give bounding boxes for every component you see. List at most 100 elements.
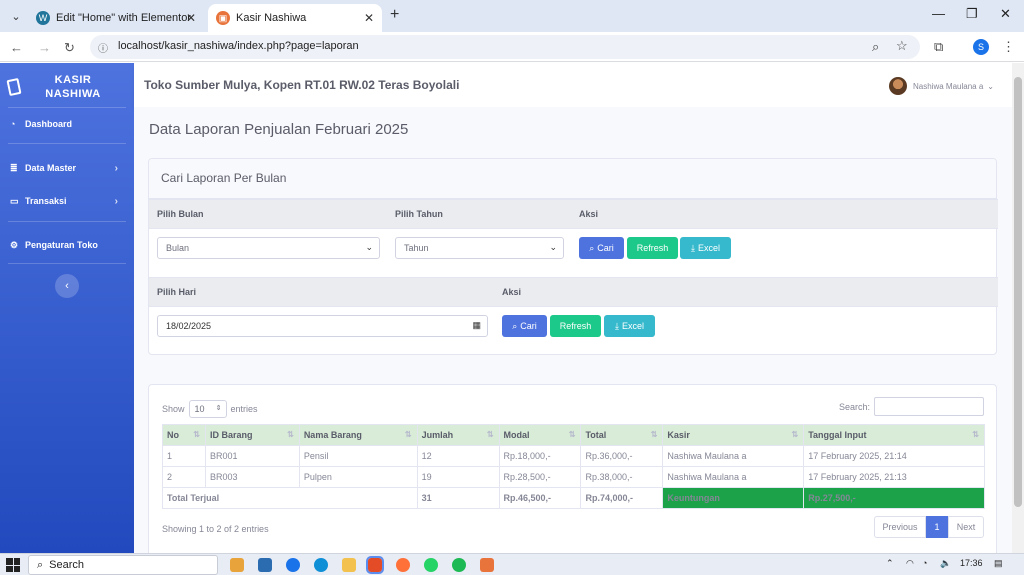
keuntungan-label: Keuntungan	[662, 487, 805, 509]
column-header[interactable]: Jumlah ⇅	[416, 424, 500, 446]
new-tab-icon[interactable]: +	[390, 6, 399, 24]
wifi-icon[interactable]: ◔	[922, 558, 927, 568]
taskbar-search[interactable]: ⌕ Search	[28, 555, 218, 575]
table-cell: Rp.28,500,-	[498, 466, 582, 488]
window-close-icon[interactable]: ✕	[1000, 6, 1011, 22]
table-row: 2 BR003 Pulpen 19 Rp.28,500,- Rp.38,000,…	[162, 466, 985, 488]
volume-icon[interactable]: 🔈	[940, 558, 951, 569]
store-name: Toko Sumber Mulya, Kopen RT.01 RW.02 Ter…	[144, 78, 460, 92]
excel-day-button[interactable]: ⤓ Excel	[604, 315, 655, 337]
sort-icon: ⇅	[972, 430, 979, 439]
table-cell: Nashiwa Maulana a	[662, 445, 805, 467]
sidebar-item-transaksi[interactable]: ▭ Transaksi ›	[10, 192, 128, 210]
column-header[interactable]: Tanggal Input ⇅	[803, 424, 985, 446]
whatsapp-icon[interactable]	[424, 558, 438, 572]
zoom-icon[interactable]: ⌕	[872, 39, 879, 55]
date-input-value: 18/02/2025	[166, 321, 212, 331]
url-bar[interactable]: ⓘ localhost/kasir_nashiwa/index.php?page…	[90, 35, 920, 59]
column-header[interactable]: Nama Barang ⇅	[298, 424, 418, 446]
next-page-button[interactable]: Next	[948, 516, 984, 538]
back-icon[interactable]: ←	[10, 40, 23, 55]
entries-length-select[interactable]: 10 ⇕	[188, 400, 227, 418]
sidebar-item-dashboard[interactable]: ◔ Dashboard	[10, 115, 128, 133]
sidebar-item-label: Dashboard	[25, 119, 73, 129]
sidebar-divider	[8, 107, 126, 108]
sidebar-item-data-master[interactable]: ≣ Data Master ›	[10, 159, 128, 177]
sort-icon: ⇅	[486, 430, 494, 439]
search-icon: ⌕	[37, 558, 44, 571]
chrome-icon[interactable]	[286, 558, 300, 572]
column-header[interactable]: Kasir ⇅	[662, 424, 805, 446]
file-explorer-icon[interactable]	[342, 558, 356, 572]
windows-start-icon[interactable]	[6, 558, 20, 572]
photos-icon[interactable]	[258, 558, 272, 572]
entries-length-value: 10	[194, 404, 205, 414]
chevron-up-icon[interactable]: ⌃	[886, 558, 894, 569]
sidebar-toggle-button[interactable]: ‹	[55, 274, 79, 298]
sidebar-item-label: Data Master	[25, 163, 77, 173]
sidebar-divider	[8, 221, 126, 222]
browser-tab-kasir[interactable]: ▣ Kasir Nashiwa ✕	[208, 4, 382, 32]
month-select[interactable]: Bulan ⌄	[157, 237, 380, 259]
site-info-icon[interactable]: ⓘ	[98, 40, 108, 55]
sidebar-item-pengaturan-toko[interactable]: ⚙ Pengaturan Toko	[10, 236, 128, 254]
sort-icon: ⇅	[568, 430, 576, 439]
search-month-button[interactable]: ⌕ Cari	[579, 237, 624, 259]
tab-search-dropdown-icon[interactable]: ⌄	[6, 6, 26, 26]
user-menu[interactable]: Nashiwa Maulana a ⌄	[889, 77, 994, 95]
copilot-icon[interactable]	[230, 558, 244, 572]
year-select[interactable]: Tahun ⌄	[395, 237, 564, 259]
refresh-day-button[interactable]: Refresh	[550, 315, 601, 337]
close-icon[interactable]: ✕	[364, 11, 374, 25]
column-header[interactable]: Total ⇅	[580, 424, 664, 446]
database-icon: ≣	[10, 162, 18, 173]
minimize-icon[interactable]: —	[932, 6, 945, 21]
sort-icon: ⇅	[650, 430, 658, 439]
notification-icon[interactable]: ▤	[994, 558, 1003, 569]
table-cell: 19	[416, 466, 500, 488]
button-label: Excel	[621, 321, 644, 331]
close-icon[interactable]: ✕	[186, 11, 196, 25]
chrome-active-icon[interactable]	[366, 556, 384, 574]
firefox-icon[interactable]	[396, 558, 410, 572]
table-row: 1 BR001 Pensil 12 Rp.18,000,- Rp.36,000,…	[162, 445, 985, 467]
restore-icon[interactable]: ❐	[966, 6, 978, 22]
spotify-icon[interactable]	[452, 558, 466, 572]
button-label: Cari	[520, 321, 537, 331]
page-1-button[interactable]: 1	[926, 516, 948, 538]
button-label: Refresh	[636, 243, 669, 253]
xampp-icon[interactable]	[480, 558, 494, 572]
table-cell: BR003	[204, 466, 300, 488]
column-header[interactable]: No ⇅	[162, 424, 206, 446]
profile-avatar[interactable]: S	[973, 39, 989, 55]
brand-logo-icon	[6, 77, 22, 97]
browser-tab-elementor[interactable]: W Edit "Home" with Elementor ✕	[28, 4, 204, 32]
table-cell: Rp.36,000,-	[580, 445, 664, 467]
edge-icon[interactable]	[314, 558, 328, 572]
scrollbar-thumb[interactable]	[1014, 77, 1022, 507]
sort-icon: ⇅	[287, 430, 294, 439]
reload-icon[interactable]: ↻	[64, 40, 75, 56]
sidebar-item-label: Pengaturan Toko	[25, 240, 98, 250]
chevron-down-icon: ⌄	[987, 81, 994, 91]
clock[interactable]: 17:36	[960, 558, 983, 568]
calendar-icon[interactable]: ▦	[472, 320, 481, 331]
page-scrollbar[interactable]	[1012, 63, 1024, 553]
previous-page-button[interactable]: Previous	[874, 516, 926, 538]
bookmark-star-icon[interactable]: ☆	[896, 38, 908, 54]
taskbar-search-label: Search	[49, 559, 85, 571]
date-input[interactable]: 18/02/2025 ▦	[157, 315, 488, 337]
refresh-month-button[interactable]: Refresh	[627, 237, 678, 259]
sidebar-brand[interactable]: KASIR NASHIWA	[0, 71, 134, 107]
search-day-button[interactable]: ⌕ Cari	[502, 315, 547, 337]
extensions-icon[interactable]: ⧉	[934, 39, 943, 55]
network-icon[interactable]: ◠	[906, 558, 914, 569]
column-header[interactable]: ID Barang ⇅	[204, 424, 300, 446]
forward-icon[interactable]: →	[38, 40, 51, 55]
browser-menu-icon[interactable]: ⋮	[1002, 39, 1015, 55]
excel-month-button[interactable]: ⤓ Excel	[680, 237, 731, 259]
year-select-value: Tahun	[404, 243, 429, 253]
column-header[interactable]: Modal ⇅	[498, 424, 582, 446]
filter-card-title: Cari Laporan Per Bulan	[149, 159, 996, 199]
search-input[interactable]	[874, 397, 984, 416]
